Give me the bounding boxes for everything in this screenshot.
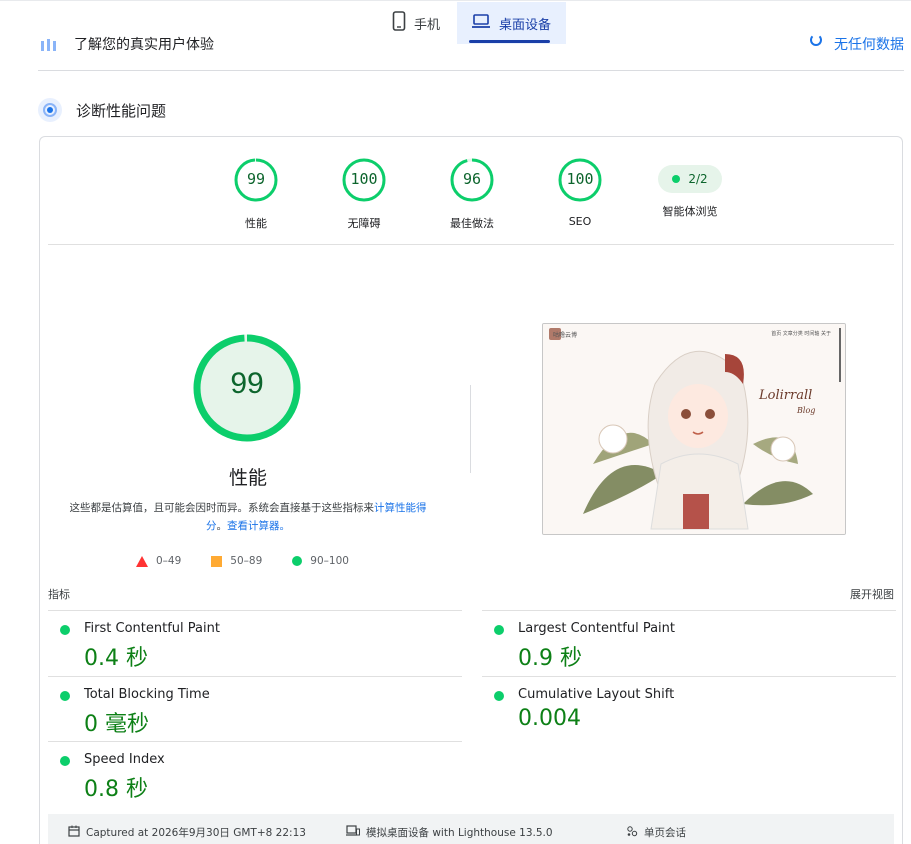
- session-icon: [626, 825, 638, 840]
- legend-good-label: 90–100: [310, 555, 349, 567]
- gauge-best-practices[interactable]: 96 最佳做法: [432, 157, 512, 231]
- agent-pill: 2/2: [658, 165, 722, 193]
- metrics-header: 指标: [48, 588, 70, 601]
- gauge-accessibility[interactable]: 100 无障碍: [324, 157, 404, 231]
- screenshot-illustration: [543, 324, 845, 534]
- field-data-link[interactable]: 无任何数据: [834, 34, 904, 54]
- metric-value: 0 毫秒: [84, 712, 149, 737]
- calculator-link[interactable]: 查看计算器。: [227, 520, 290, 532]
- thumb-site-name: 咕噜云博: [553, 332, 578, 339]
- gauge-ring: 96: [449, 157, 495, 203]
- metric-value: 0.8 秒: [84, 777, 148, 802]
- captured-at: Captured at 2026年9月30日 GMT+8 22:13: [68, 825, 306, 840]
- metric-fcp: First Contentful Paint 0.4 秒: [48, 610, 462, 676]
- gauge-ring: 100: [557, 157, 603, 203]
- session-type: 单页会话: [626, 825, 686, 840]
- people-icon: [38, 36, 60, 51]
- section-divider: [38, 70, 904, 71]
- desc-sep: 。: [216, 520, 228, 532]
- pass-circle-icon: [60, 625, 70, 635]
- thumb-signature: Lolirrall: [759, 388, 813, 403]
- metric-si: Speed Index 0.8 秒: [48, 741, 462, 807]
- emulated-device: 模拟桌面设备 with Lighthouse 13.5.0: [346, 825, 553, 840]
- gauge-score: 96: [462, 170, 482, 188]
- performance-description: 这些都是估算值，且可能会因时而异。系统会直接基于这些指标来计算性能得分。查看计算…: [60, 499, 436, 535]
- agent-pill-value: 2/2: [688, 172, 708, 186]
- gauge-ring: 100: [341, 157, 387, 203]
- expand-view-toggle[interactable]: 展开视图: [850, 586, 894, 602]
- performance-score: 99: [230, 367, 264, 400]
- gauge-label: 智能体浏览: [662, 205, 718, 218]
- metric-name: Cumulative Layout Shift: [518, 687, 675, 702]
- pass-dot: [672, 175, 681, 183]
- field-data-title: 了解您的真实用户体验: [74, 37, 214, 53]
- pass-circle-icon: [60, 691, 70, 701]
- desktop-device-icon: [346, 825, 360, 840]
- gauge-label: 无障碍: [347, 217, 381, 230]
- gauge-seo[interactable]: 100 SEO: [540, 157, 620, 228]
- fail-triangle-icon: [136, 555, 148, 567]
- legend-poor-label: 0–49: [156, 555, 182, 567]
- metric-name: Largest Contentful Paint: [518, 621, 676, 636]
- gauge-score: 99: [246, 170, 266, 188]
- metric-value: 0.004: [518, 706, 581, 731]
- gauge-agentic-browsing[interactable]: 2/2 智能体浏览: [646, 157, 734, 219]
- legend-poor: 0–49: [136, 555, 181, 567]
- gauge-ring: 99: [233, 157, 279, 203]
- performance-big-gauge: 99: [192, 333, 302, 443]
- legend-average-label: 50–89: [230, 555, 263, 567]
- gauge-label: 性能: [245, 217, 267, 230]
- top-hairline: [0, 0, 911, 1]
- gauge-performance[interactable]: 99 性能: [216, 157, 296, 231]
- desc-text: 这些都是估算值，且可能会因时而异。系统会直接基于这些指标来: [69, 502, 375, 514]
- section-title: 诊断性能问题: [76, 101, 167, 120]
- final-screenshot[interactable]: 咕噜云博 首页 文章分类 时间轴 关于 Lolirrall Blog: [542, 323, 846, 535]
- legend-good: 90–100: [292, 555, 349, 567]
- thumb-signature-sub: Blog: [797, 406, 816, 415]
- metric-tbt: Total Blocking Time 0 毫秒: [48, 676, 462, 742]
- gauge-divider: [48, 244, 894, 245]
- emulated-device-text: 模拟桌面设备 with Lighthouse 13.5.0: [366, 827, 553, 839]
- metric-cls: Cumulative Layout Shift 0.004: [482, 676, 896, 742]
- vertical-separator: [470, 385, 471, 473]
- gauge-label: SEO: [568, 215, 592, 228]
- gauge-score: 100: [566, 170, 594, 188]
- metric-name: Speed Index: [84, 752, 165, 767]
- pass-circle-icon: [494, 691, 504, 701]
- metric-value: 0.9 秒: [518, 646, 582, 671]
- pass-circle-icon: [292, 556, 303, 566]
- section-header: 诊断性能问题: [38, 96, 166, 124]
- metric-lcp: Largest Contentful Paint 0.9 秒: [482, 610, 896, 676]
- captured-at-text: Captured at 2026年9月30日 GMT+8 22:13: [86, 827, 306, 839]
- pass-circle-icon: [60, 756, 70, 766]
- runtime-settings-footer: Captured at 2026年9月30日 GMT+8 22:13 模拟桌面设…: [48, 814, 894, 844]
- calendar-icon: [68, 825, 80, 840]
- thumb-nav: 首页 文章分类 时间轴 关于: [771, 331, 831, 337]
- category-gauges: 99 性能 100 无障碍 96 最佳做法 100 SEO 2/2 智能体浏览: [230, 157, 750, 237]
- performance-title: 性能: [228, 467, 267, 489]
- field-data-row: 了解您的真实用户体验 无任何数据: [38, 30, 904, 58]
- score-legend: 0–49 50–89 90–100: [136, 553, 379, 569]
- metric-value: 0.4 秒: [84, 646, 148, 671]
- metric-name: First Contentful Paint: [84, 621, 220, 636]
- report-card: 99 性能 100 无障碍 96 最佳做法 100 SEO 2/2 智能体浏览 …: [39, 136, 903, 844]
- metric-name: Total Blocking Time: [84, 687, 210, 702]
- pass-circle-icon: [494, 625, 504, 635]
- legend-average: 50–89: [211, 555, 262, 567]
- gauge-score: 100: [350, 170, 378, 188]
- gauge-icon: [38, 98, 62, 122]
- refresh-icon: [810, 34, 822, 46]
- average-square-icon: [211, 555, 223, 567]
- gauge-label: 最佳做法: [450, 217, 494, 230]
- session-type-text: 单页会话: [644, 827, 686, 839]
- thumb-scrollbar: [839, 328, 841, 382]
